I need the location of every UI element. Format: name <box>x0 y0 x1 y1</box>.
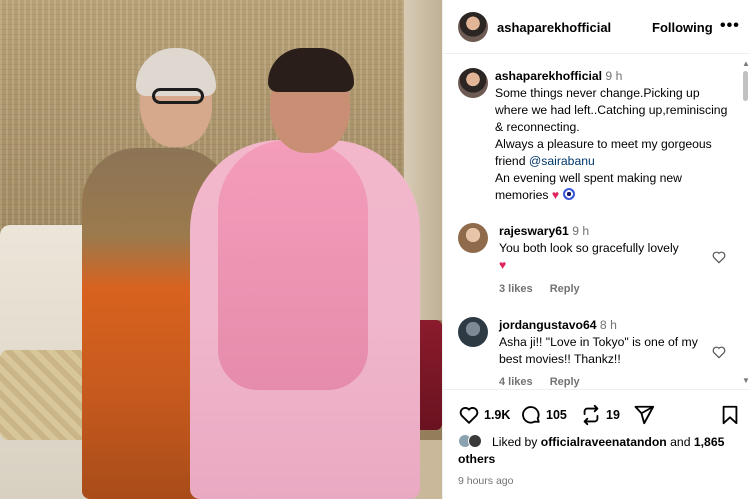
liked-by-user[interactable]: officialraveenatandon <box>541 435 667 449</box>
caption-text-2: Always a pleasure to meet my gorgeous fr… <box>495 137 712 168</box>
share-icon <box>583 404 599 426</box>
scroll-up-arrow-icon[interactable]: ▲ <box>742 59 750 68</box>
author-avatar[interactable] <box>458 12 488 42</box>
comment-meta: 3 likes Reply <box>499 283 594 295</box>
caption-time: 9 h <box>605 69 623 83</box>
send-icon <box>634 405 655 425</box>
post-timestamp[interactable]: 9 hours ago <box>458 475 513 487</box>
evil-eye-emoji-icon <box>562 188 575 200</box>
liked-by-summary: Liked by officialraveenatandon and 1,865… <box>458 434 743 468</box>
scroll-down-arrow-icon[interactable]: ▼ <box>742 376 750 385</box>
glasses <box>152 88 204 104</box>
comment-avatar[interactable] <box>458 223 488 253</box>
like-button[interactable]: 1.9K <box>458 404 510 426</box>
comment-button[interactable]: 105 <box>520 404 567 426</box>
comments-section[interactable]: ashaparekhofficial 9 h Some things never… <box>443 55 750 388</box>
reply-button[interactable]: Reply <box>550 376 580 388</box>
reply-button[interactable]: Reply <box>550 283 580 295</box>
comment-icon <box>522 406 540 424</box>
action-bar: 1.9K 105 19 Liked by officialraveenatand… <box>443 389 750 499</box>
mention-link[interactable]: @sairabanu <box>529 154 595 168</box>
liked-by-middle: and <box>666 435 694 449</box>
caption-text-3: An evening well spent making new memorie… <box>495 171 682 202</box>
caption: ashaparekhofficial 9 h Some things never… <box>495 68 735 204</box>
like-count[interactable]: 1.9K <box>484 408 510 422</box>
pink-scarf <box>218 140 368 390</box>
comment-username[interactable]: jordangustavo64 <box>499 318 597 332</box>
comment-count[interactable]: 105 <box>546 408 567 422</box>
scroll-thumb[interactable] <box>743 71 748 101</box>
share-count[interactable]: 19 <box>606 408 620 422</box>
comment-time: 8 h <box>599 318 617 332</box>
save-button[interactable] <box>719 404 745 426</box>
save-icon <box>722 405 738 425</box>
comment-meta: 4 likes Reply <box>499 376 594 388</box>
comment-likes[interactable]: 3 likes <box>499 283 533 295</box>
send-button[interactable] <box>633 404 659 426</box>
following-button[interactable]: Following <box>652 20 713 35</box>
caption-text-1: Some things never change.Picking up wher… <box>495 86 728 134</box>
liked-by-suffix[interactable]: others <box>458 452 495 466</box>
post-details-panel: ashaparekhofficial Following ••• ashapar… <box>442 0 750 499</box>
comment: jordangustavo64 8 h Asha ji!! "Love in T… <box>499 317 719 368</box>
heart-icon[interactable] <box>711 249 727 265</box>
comment-text: You both look so gracefully lovely <box>499 241 679 255</box>
repost-button[interactable]: 19 <box>580 404 620 426</box>
heart-emoji-icon: ♥ <box>551 188 560 202</box>
heart-emoji-icon: ♥ <box>499 258 507 272</box>
heart-icon[interactable] <box>711 344 727 360</box>
liked-by-count[interactable]: 1,865 <box>694 435 725 449</box>
comment-text: Asha ji!! "Love in Tokyo" is one of my b… <box>499 335 698 366</box>
post-header: ashaparekhofficial Following ••• <box>443 0 750 54</box>
post-photo[interactable] <box>0 0 442 499</box>
heart-icon <box>459 407 479 424</box>
caption-username[interactable]: ashaparekhofficial <box>495 69 602 83</box>
liked-by-avatars[interactable] <box>458 434 488 448</box>
cushion <box>0 350 92 440</box>
comment-time: 9 h <box>572 224 590 238</box>
scrollbar[interactable]: ▲ ▼ <box>742 59 750 389</box>
more-icon[interactable]: ••• <box>720 18 740 34</box>
liked-by-prefix: Liked by <box>492 435 541 449</box>
author-username[interactable]: ashaparekhofficial <box>497 20 611 35</box>
comment-likes[interactable]: 4 likes <box>499 376 533 388</box>
comment-username[interactable]: rajeswary61 <box>499 224 569 238</box>
comment-avatar[interactable] <box>458 317 488 347</box>
caption-avatar[interactable] <box>458 68 488 98</box>
avatar <box>468 434 482 448</box>
comment: rajeswary61 9 h You both look so gracefu… <box>499 223 719 274</box>
